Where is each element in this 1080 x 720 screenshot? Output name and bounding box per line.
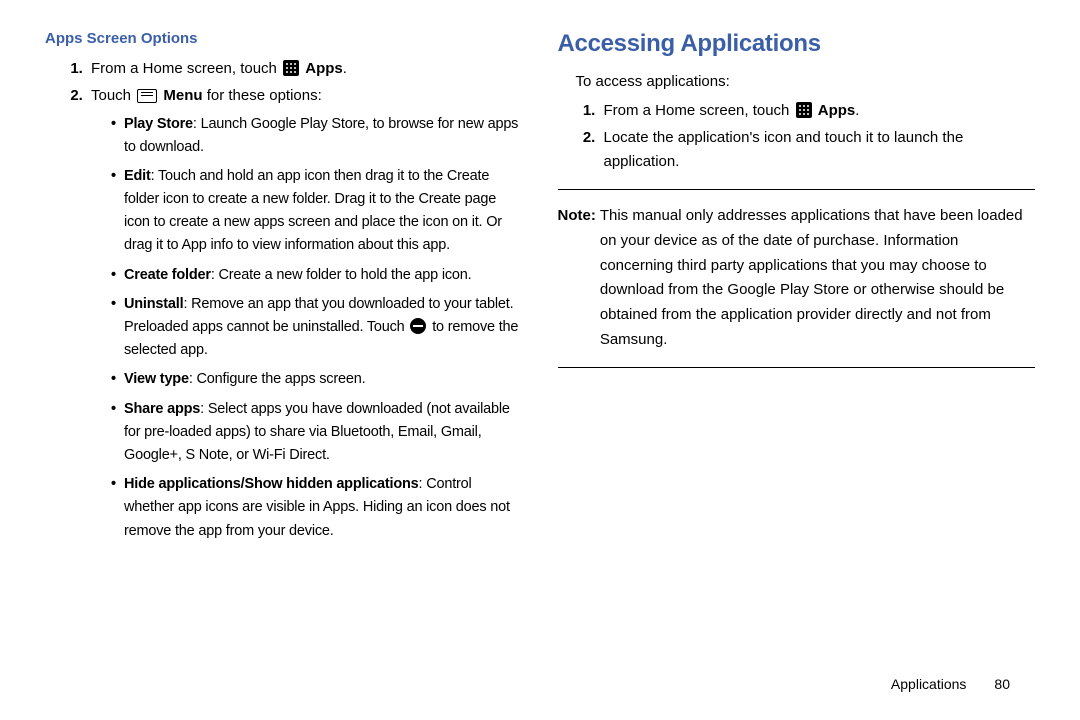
option-create-folder: Create folder: Create a new folder to ho… xyxy=(111,264,523,287)
apps-icon xyxy=(796,102,812,118)
option-share-apps: Share apps: Select apps you have downloa… xyxy=(111,398,523,468)
left-column: Apps Screen Options From a Home screen, … xyxy=(45,30,523,700)
right-column: Accessing Applications To access applica… xyxy=(558,30,1036,700)
accessing-applications-header: Accessing Applications xyxy=(558,30,1036,58)
note-body: This manual only addresses applications … xyxy=(600,204,1035,353)
remove-icon xyxy=(410,318,426,334)
apps-screen-options-header: Apps Screen Options xyxy=(45,30,523,47)
note-block: Note: This manual only addresses applica… xyxy=(558,204,1036,353)
left-step-2: Touch Menu for these options: Play Store… xyxy=(87,84,523,543)
footer-page-number: 80 xyxy=(994,676,1010,692)
option-edit: Edit: Touch and hold an app icon then dr… xyxy=(111,165,523,258)
menu-options: Play Store: Launch Google Play Store, to… xyxy=(91,113,523,543)
right-step-2: Locate the application's icon and touch … xyxy=(600,126,1036,176)
option-play-store: Play Store: Launch Google Play Store, to… xyxy=(111,113,523,159)
option-uninstall: Uninstall: Remove an app that you downlo… xyxy=(111,293,523,363)
note-label: Note: xyxy=(558,204,596,353)
option-hide-applications: Hide applications/Show hidden applicatio… xyxy=(111,473,523,543)
divider-top xyxy=(558,189,1036,190)
option-view-type: View type: Configure the apps screen. xyxy=(111,368,523,391)
right-step-1: From a Home screen, touch Apps. xyxy=(600,99,1036,124)
right-steps: From a Home screen, touch Apps. Locate t… xyxy=(558,99,1036,175)
page-footer: Applications 80 xyxy=(891,676,1010,692)
menu-icon xyxy=(137,89,157,103)
footer-section: Applications xyxy=(891,676,967,692)
left-steps: From a Home screen, touch Apps. Touch Me… xyxy=(45,57,523,543)
left-step-1: From a Home screen, touch Apps. xyxy=(87,57,523,82)
page: Apps Screen Options From a Home screen, … xyxy=(0,0,1080,720)
divider-bottom xyxy=(558,367,1036,368)
apps-icon xyxy=(283,60,299,76)
access-intro: To access applications: xyxy=(576,70,1036,95)
